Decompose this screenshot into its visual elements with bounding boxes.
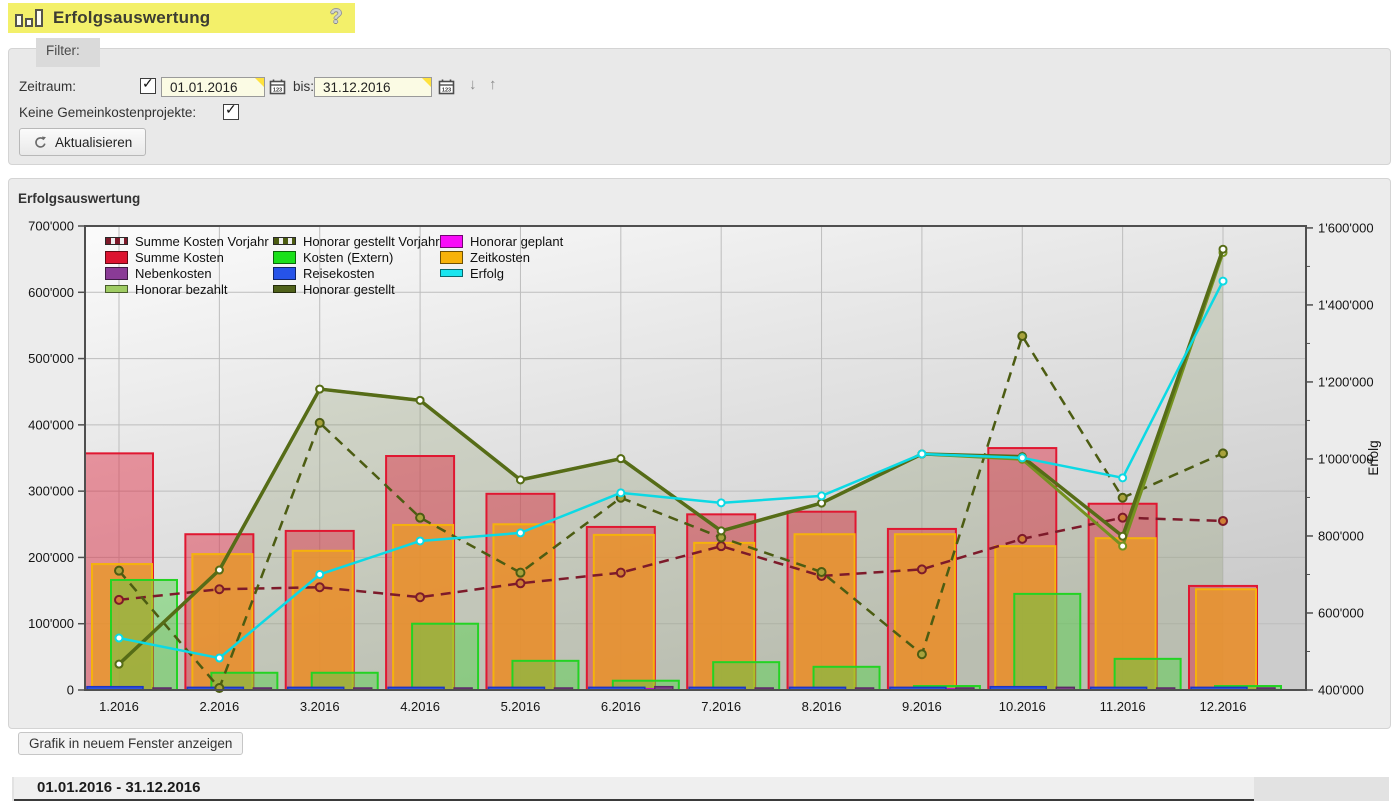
svg-text:600'000: 600'000 (28, 285, 74, 300)
svg-text:3.2016: 3.2016 (300, 699, 340, 714)
legend-item-erfolg: Erfolg (440, 265, 563, 281)
svg-text:800'000: 800'000 (1318, 528, 1364, 543)
legend-column: Summe Kosten VorjahrSumme KostenNebenkos… (105, 233, 269, 297)
svg-text:6.2016: 6.2016 (601, 699, 641, 714)
legend-item-zeitkosten: Zeitkosten (440, 249, 563, 265)
legend-label: Summe Kosten Vorjahr (135, 234, 269, 249)
calendar-button-from[interactable]: 123 (268, 78, 288, 97)
svg-text:1'200'000: 1'200'000 (1318, 374, 1374, 389)
legend-label: Summe Kosten (135, 250, 224, 265)
legend-item-honorar-gestellt-vorjahr: Honorar gestellt Vorjahr (273, 233, 440, 249)
filter-tab: Filter: (36, 38, 100, 67)
legend-label: Erfolg (470, 266, 504, 281)
date-from-input[interactable] (161, 77, 265, 97)
legend-item-nebenkosten: Nebenkosten (105, 265, 269, 281)
legend-swatch (273, 285, 296, 293)
refresh-icon (33, 135, 48, 150)
keine-gemeinkosten-label: Keine Gemeinkostenprojekte: (19, 105, 196, 120)
report-range-strip: 01.01.2016 - 31.12.2016 (14, 777, 1254, 799)
svg-text:4.2016: 4.2016 (400, 699, 440, 714)
legend-swatch (273, 267, 296, 280)
report-range-label: 01.01.2016 - 31.12.2016 (37, 779, 200, 796)
legend-label: Honorar gestellt (303, 282, 395, 297)
calendar-button-to[interactable]: 123 (437, 78, 457, 97)
zeitraum-checkbox[interactable]: ✓ (140, 78, 156, 94)
zeitraum-label: Zeitraum: (19, 79, 76, 94)
svg-text:1'600'000: 1'600'000 (1318, 220, 1374, 235)
legend-item-honorar-geplant: Honorar geplant (440, 233, 563, 249)
legend-label: Nebenkosten (135, 266, 212, 281)
svg-text:11.2016: 11.2016 (1100, 699, 1146, 714)
legend-swatch (440, 235, 463, 248)
svg-text:100'000: 100'000 (28, 616, 74, 631)
up-arrow-icon[interactable]: ↑ (489, 76, 497, 93)
page-title: Erfolgsauswertung (53, 8, 210, 28)
svg-text:200'000: 200'000 (28, 550, 74, 565)
page-title-bar: Erfolgsauswertung ? (8, 3, 355, 33)
filter-panel: Filter: Zeitraum: ✓ 123 bis: (8, 48, 1391, 165)
svg-text:300'000: 300'000 (28, 484, 74, 499)
keine-gemeinkosten-checkbox[interactable]: ✓ (223, 104, 239, 120)
legend-label: Honorar geplant (470, 234, 563, 249)
svg-text:9.2016: 9.2016 (902, 699, 942, 714)
legend-label: Kosten (Extern) (303, 250, 393, 265)
svg-text:500'000: 500'000 (28, 351, 74, 366)
checkmark-icon: ✓ (225, 101, 237, 118)
date-to-input[interactable] (314, 77, 432, 97)
checkmark-icon: ✓ (142, 75, 154, 92)
date-from-field (161, 77, 265, 99)
legend-swatch (440, 269, 463, 277)
svg-text:123: 123 (273, 88, 282, 94)
legend-swatch (273, 237, 296, 245)
legend-swatch (105, 267, 128, 280)
svg-text:0: 0 (67, 683, 74, 698)
legend-item-honorar-gestellt: Honorar gestellt (273, 281, 440, 297)
report-footer: 01.01.2016 - 31.12.2016 (12, 777, 1389, 801)
legend-item-honorar-bezahlt: Honorar bezahlt (105, 281, 269, 297)
calendar-icon: 123 (268, 78, 288, 97)
legend-item-reisekosten: Reisekosten (273, 265, 440, 281)
svg-text:600'000: 600'000 (1318, 605, 1364, 620)
refresh-button[interactable]: Aktualisieren (19, 128, 146, 156)
legend-item-kosten-extern-: Kosten (Extern) (273, 249, 440, 265)
chart-panel: Erfolgsauswertung 0100'000200'000300'000… (8, 178, 1391, 729)
legend-item-summe-kosten: Summe Kosten (105, 249, 269, 265)
calendar-icon: 123 (437, 78, 457, 97)
legend-label: Honorar gestellt Vorjahr (303, 234, 440, 249)
legend-label: Zeitkosten (470, 250, 530, 265)
legend-label: Honorar bezahlt (135, 282, 228, 297)
svg-text:123: 123 (442, 88, 451, 94)
bis-label: bis: (293, 79, 314, 94)
bar-chart-icon (15, 9, 45, 27)
open-in-new-window-button[interactable]: Grafik in neuem Fenster anzeigen (18, 732, 243, 755)
legend-swatch (105, 251, 128, 264)
svg-text:8.2016: 8.2016 (802, 699, 842, 714)
svg-text:2.2016: 2.2016 (199, 699, 239, 714)
svg-text:12.2016: 12.2016 (1200, 699, 1247, 714)
legend-column: Honorar geplantZeitkostenErfolg (440, 233, 563, 281)
svg-text:10.2016: 10.2016 (999, 699, 1046, 714)
erfolgsauswertung-page: Erfolgsauswertung ? Filter: Zeitraum: ✓ … (0, 0, 1399, 801)
legend-label: Reisekosten (303, 266, 375, 281)
legend-swatch (105, 237, 128, 245)
svg-text:400'000: 400'000 (1318, 683, 1364, 698)
right-axis-title: Erfolg (1366, 440, 1381, 475)
down-arrow-icon[interactable]: ↓ (469, 76, 477, 93)
refresh-button-label: Aktualisieren (55, 135, 132, 150)
svg-text:400'000: 400'000 (28, 417, 74, 432)
svg-text:1'400'000: 1'400'000 (1318, 297, 1374, 312)
svg-text:5.2016: 5.2016 (501, 699, 541, 714)
legend-column: Honorar gestellt VorjahrKosten (Extern)R… (273, 233, 440, 297)
legend-swatch (105, 285, 128, 293)
svg-text:1.2016: 1.2016 (99, 699, 139, 714)
svg-text:7.2016: 7.2016 (701, 699, 741, 714)
legend-swatch (273, 251, 296, 264)
date-to-field (314, 77, 432, 99)
help-icon[interactable]: ? (330, 6, 342, 29)
legend-item-summe-kosten-vorjahr: Summe Kosten Vorjahr (105, 233, 269, 249)
svg-text:700'000: 700'000 (28, 219, 74, 234)
legend-swatch (440, 251, 463, 264)
